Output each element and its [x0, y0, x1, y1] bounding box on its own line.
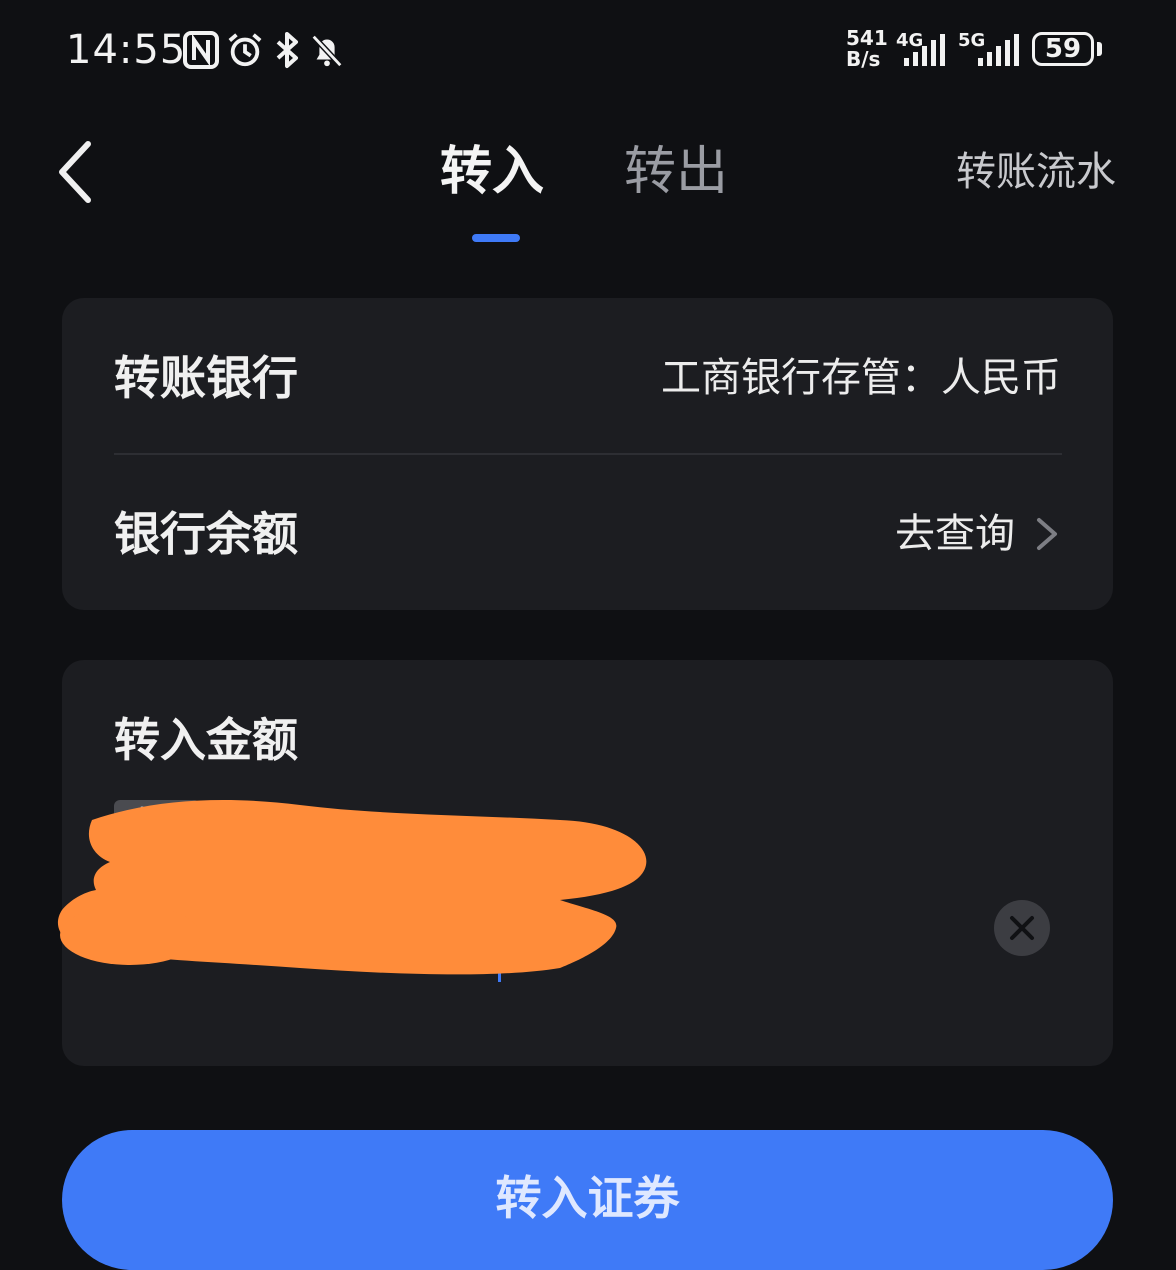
network-speed-unit: B/s	[846, 47, 881, 71]
text-cursor	[498, 940, 501, 982]
network-speed-value: 541	[846, 26, 888, 50]
bank-label: 转账银行	[114, 351, 298, 405]
tab-transfer-in[interactable]: 转入	[440, 138, 544, 206]
close-icon	[1010, 916, 1034, 940]
amount-card: 转入金额 十万	[62, 660, 1113, 1066]
battery-icon: 59	[1032, 32, 1094, 66]
clear-input-button[interactable]	[994, 900, 1050, 956]
submit-label: 转入证券	[495, 1171, 680, 1225]
status-time: 14:55	[66, 27, 187, 73]
back-button[interactable]	[46, 136, 106, 208]
divider	[114, 453, 1062, 455]
signal-4g-icon	[904, 34, 945, 66]
amount-unit-badge: 十万	[114, 800, 200, 846]
nfc-icon	[183, 31, 219, 69]
status-bar: 14:55 541 B/s 4G 5G 59	[0, 0, 1176, 100]
bank-value[interactable]: 工商银行存管：人民币	[661, 350, 1061, 406]
query-balance-label: 去查询	[895, 511, 1015, 557]
chevron-left-icon	[59, 141, 91, 203]
signal-5g-icon	[978, 34, 1019, 66]
transfer-in-submit-button[interactable]: 转入证券	[62, 1130, 1113, 1270]
transfer-history-link[interactable]: 转账流水	[956, 146, 1116, 198]
bluetooth-icon	[276, 32, 298, 68]
active-tab-indicator	[472, 234, 520, 242]
alarm-icon	[228, 33, 262, 67]
chevron-right-icon	[1037, 518, 1057, 550]
query-balance-button[interactable]: 去查询	[895, 504, 1061, 564]
balance-label: 银行余额	[114, 507, 298, 561]
tab-transfer-out[interactable]: 转出	[624, 138, 728, 206]
battery-tip	[1097, 42, 1102, 56]
amount-input[interactable]	[102, 880, 986, 992]
network-speed: 541 B/s	[846, 28, 890, 70]
mute-icon	[311, 34, 343, 68]
bank-info-card: 转账银行 工商银行存管：人民币 银行余额 去查询	[62, 298, 1113, 610]
amount-label: 转入金额	[114, 713, 298, 767]
